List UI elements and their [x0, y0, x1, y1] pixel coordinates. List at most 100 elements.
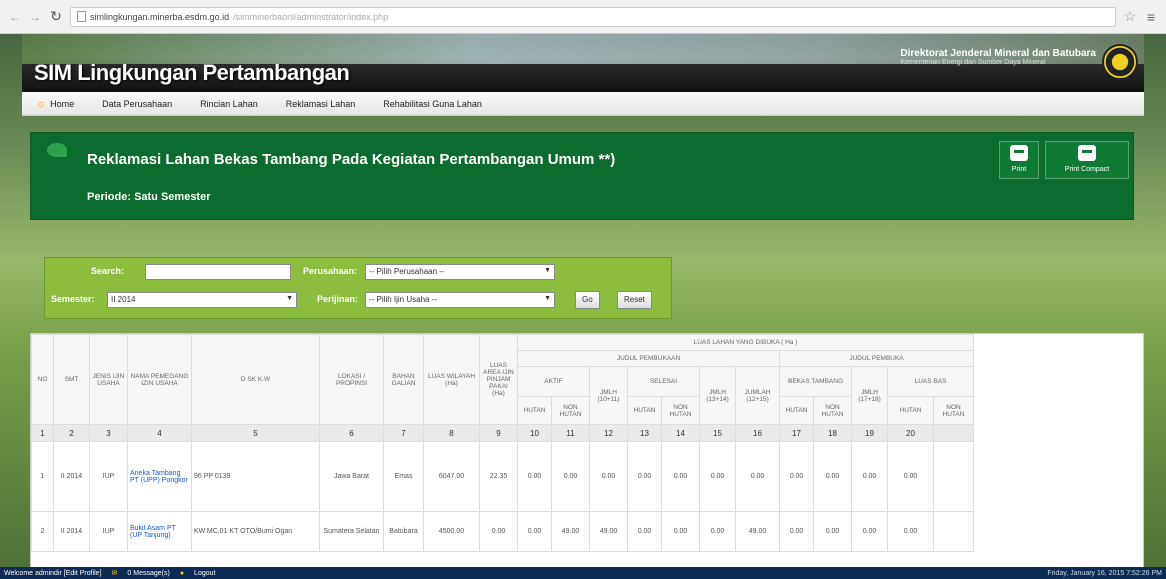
report-table: NO SMT JENIS IJIN USAHA NAMA PEMEGANG IZ…: [31, 334, 974, 552]
printer-icon: [1078, 145, 1096, 161]
perijinan-value: -- Pilih Ijin Usaha --: [369, 295, 438, 304]
print-compact-button[interactable]: Print Compact: [1045, 141, 1129, 179]
col-number: 9: [479, 424, 518, 442]
col-number: 7: [383, 424, 424, 442]
perijinan-select[interactable]: -- Pilih Ijin Usaha -- ▼: [365, 292, 555, 308]
cell-lokasi: Jawa Barat: [319, 441, 384, 512]
chevron-down-icon: ▼: [544, 267, 551, 274]
col-header: JMLH (13+14): [699, 366, 736, 425]
lock-icon: ●: [179, 569, 185, 577]
col-header: BAHAN GALIAN: [383, 334, 424, 425]
mail-icon: ✉: [111, 570, 118, 577]
col-number: 14: [661, 424, 700, 442]
col-number: 12: [589, 424, 628, 442]
cell-value: 0.00: [851, 441, 888, 512]
report-period: Periode: Satu Semester: [87, 191, 211, 203]
browser-menu-icon[interactable]: ≡: [1144, 9, 1158, 25]
search-label: Search:: [91, 266, 125, 276]
col-number: 20: [887, 424, 934, 442]
perusahaan-select[interactable]: -- Pilih Perusahaan -- ▼: [365, 264, 555, 280]
cell-value: 0.00: [589, 441, 628, 512]
col-header: LUAS AREA IJIN PINJAM PAKAI (Ha): [479, 334, 518, 425]
leaf-icon: [47, 143, 67, 157]
ministry-line2: Kementerian Energi dan Sumber Daya Miner…: [900, 59, 1046, 66]
report-table-container[interactable]: NO SMT JENIS IJIN USAHA NAMA PEMEGANG IZ…: [30, 333, 1144, 568]
perusahaan-value: -- Pilih Perusahaan --: [369, 267, 445, 276]
chevron-down-icon: ▼: [286, 295, 293, 302]
menu-item-home[interactable]: ☼ Home: [22, 98, 88, 110]
menu-item-data-perusahaan[interactable]: Data Perusahaan: [88, 99, 186, 109]
company-link[interactable]: Bukit Asam PT (UP Tanjung): [127, 511, 192, 552]
admin-statusbar: Welcome admindir [Edit Profile] ✉ 0 Mess…: [0, 567, 1166, 579]
bookmark-star-icon[interactable]: ☆: [1122, 8, 1138, 25]
report-banner: Reklamasi Lahan Bekas Tambang Pada Kegia…: [30, 132, 1134, 220]
reload-icon[interactable]: ↻: [48, 8, 64, 25]
col-number: 4: [127, 424, 192, 442]
col-header: NON HUTAN: [813, 396, 852, 425]
col-header: LUAS BAS: [887, 366, 974, 397]
print-label: Print: [1011, 166, 1027, 173]
search-input[interactable]: [145, 264, 291, 280]
menu-item-reklamasi-lahan[interactable]: Reklamasi Lahan: [272, 99, 370, 109]
col-header: HUTAN: [517, 396, 552, 425]
cell-value: 0.00: [517, 511, 552, 552]
col-header: D SK K.W: [191, 334, 320, 425]
cell-value: 0.00: [779, 441, 814, 512]
col-header: NAMA PEMEGANG IZIN USAHA: [127, 334, 192, 425]
perusahaan-label: Perusahaan:: [303, 266, 358, 276]
col-header: JMLH (10+11): [589, 366, 628, 425]
back-icon[interactable]: ←: [8, 10, 22, 24]
forward-icon[interactable]: →: [28, 10, 42, 24]
ministry-logo: [1102, 44, 1138, 80]
print-button[interactable]: Print: [999, 141, 1039, 179]
col-number: 13: [627, 424, 662, 442]
col-number: 6: [319, 424, 384, 442]
col-header: NON HUTAN: [551, 396, 590, 425]
col-header: HUTAN: [627, 396, 662, 425]
cell-value: 49.00: [589, 511, 628, 552]
col-header: LUAS WILAYAH (Ha): [423, 334, 480, 425]
table-row: 2 II 2014 IUP Bukit Asam PT (UP Tanjung)…: [31, 511, 974, 552]
cell-value: 22.35: [479, 441, 518, 512]
report-title: Reklamasi Lahan Bekas Tambang Pada Kegia…: [87, 151, 616, 168]
cell-value: 0.00: [699, 441, 736, 512]
menu-item-rehabilitasi[interactable]: Rehabilitasi Guna Lahan: [369, 99, 496, 109]
url-path: /simminerbaonl/adminstrator/index.php: [233, 11, 389, 22]
col-header: HUTAN: [779, 396, 814, 425]
cell-sk: KW.MC.01 KT OTO/Bumi Ogan: [191, 511, 320, 552]
col-header: JMLH (17+18): [851, 366, 888, 425]
col-number: 11: [551, 424, 590, 442]
group-header: LUAS LAHAN YANG DIBUKA ( Ha ): [517, 334, 974, 351]
col-header: HUTAN: [887, 396, 934, 425]
cell-value: 0.00: [813, 441, 852, 512]
address-bar[interactable]: simlingkungan.minerba.esdm.go.id/simmine…: [70, 6, 1116, 27]
filter-panel: Search: Perusahaan: -- Pilih Perusahaan …: [44, 257, 672, 319]
col-number: 5: [191, 424, 320, 442]
page-icon: [77, 11, 86, 22]
messages-link[interactable]: 0 Message(s): [127, 570, 169, 577]
company-link[interactable]: Aneka Tambang PT (UPP) Pongkor: [127, 441, 192, 512]
semester-select[interactable]: II 2014 ▼: [107, 292, 297, 308]
menu-item-label: Rehabilitasi Guna Lahan: [383, 98, 482, 109]
go-button[interactable]: Go: [575, 291, 600, 309]
col-number: 3: [89, 424, 128, 442]
cell-value: 49.00: [735, 511, 780, 552]
cell-value: 0.00: [627, 441, 662, 512]
cell-value: 0.00: [517, 441, 552, 512]
group-header: JUDUL PEMBUKA: [779, 350, 974, 367]
logout-link[interactable]: Logout: [194, 570, 215, 577]
reset-button[interactable]: Reset: [617, 291, 652, 309]
menu-item-rincian-lahan[interactable]: Rincian Lahan: [186, 99, 272, 109]
ministry-label: Direktorat Jenderal Mineral dan Batubara…: [900, 48, 1096, 66]
col-header: LOKASI / PROPINSI: [319, 334, 384, 425]
column-number-row: 1 2 3 4 5 6 7 8 9 10 11 12 13 14 15 16 1…: [31, 424, 974, 442]
col-header: JENIS IJIN USAHA: [89, 334, 128, 425]
semester-label: Semester:: [51, 294, 95, 304]
cell-empty: [933, 511, 974, 552]
cell-sk: 96 PP 0139: [191, 441, 320, 512]
welcome-link[interactable]: Welcome admindir [Edit Profile]: [4, 570, 102, 577]
col-number: 16: [735, 424, 780, 442]
cell-no: 2: [31, 511, 54, 552]
url-host: simlingkungan.minerba.esdm.go.id: [90, 11, 230, 22]
col-header: SELESAI: [627, 366, 700, 397]
